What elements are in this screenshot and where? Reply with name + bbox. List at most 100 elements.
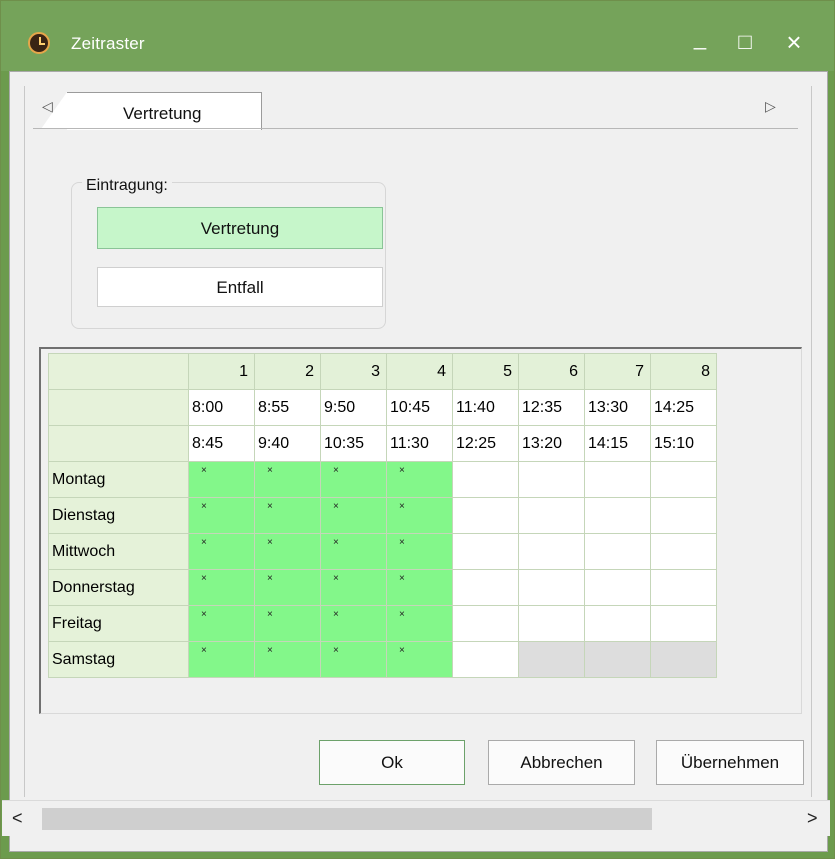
x-mark: ×: [201, 465, 207, 476]
tab-divider: [33, 128, 798, 129]
timetable-cell-disabled: [584, 641, 651, 678]
period-header[interactable]: 7: [584, 353, 651, 390]
start-time: 12:35: [518, 389, 585, 426]
corner-cell: [48, 353, 189, 390]
apply-button[interactable]: Übernehmen: [656, 740, 804, 785]
timetable-cell[interactable]: [584, 569, 651, 606]
timetable-cell[interactable]: ×: [320, 461, 387, 498]
timetable-cell[interactable]: [452, 497, 519, 534]
end-time: 15:10: [650, 425, 717, 462]
timetable-cell[interactable]: ×: [386, 533, 453, 570]
x-mark: ×: [333, 573, 339, 584]
end-time: 13:20: [518, 425, 585, 462]
scroll-left-icon[interactable]: <: [12, 808, 28, 828]
close-button[interactable]: ×: [775, 27, 813, 57]
start-time: 8:00: [188, 389, 255, 426]
timetable-cell[interactable]: ×: [254, 605, 321, 642]
clock-icon: [28, 32, 50, 54]
timetable-cell[interactable]: ×: [188, 641, 255, 678]
x-mark: ×: [399, 645, 405, 656]
start-time: 9:50: [320, 389, 387, 426]
timetable-cell[interactable]: ×: [386, 461, 453, 498]
timetable-cell[interactable]: ×: [188, 533, 255, 570]
timetable-cell[interactable]: [518, 497, 585, 534]
timetable-cell[interactable]: [584, 605, 651, 642]
period-header[interactable]: 8: [650, 353, 717, 390]
timetable-cell[interactable]: ×: [320, 641, 387, 678]
timetable-cell[interactable]: [518, 461, 585, 498]
timetable-cell[interactable]: ×: [320, 605, 387, 642]
period-header[interactable]: 1: [188, 353, 255, 390]
horizontal-scrollbar[interactable]: < >: [2, 800, 830, 836]
timetable-cell[interactable]: ×: [188, 461, 255, 498]
timetable-cell[interactable]: [452, 461, 519, 498]
period-header[interactable]: 3: [320, 353, 387, 390]
timetable-cell[interactable]: ×: [188, 605, 255, 642]
timetable-cell[interactable]: [584, 461, 651, 498]
timetable-cell[interactable]: ×: [320, 569, 387, 606]
timetable-cell[interactable]: ×: [386, 569, 453, 606]
day-label: Samstag: [48, 641, 189, 678]
title-bar[interactable]: Zeitraster _ □ ×: [1, 1, 834, 71]
timetable-cell[interactable]: [518, 605, 585, 642]
entfall-button[interactable]: Entfall: [97, 267, 383, 307]
timetable-cell[interactable]: [650, 569, 717, 606]
end-time: 8:45: [188, 425, 255, 462]
vertretung-button[interactable]: Vertretung: [97, 207, 383, 249]
day-row-montag: Montag × × × ×: [48, 461, 717, 498]
timetable-cell[interactable]: [518, 569, 585, 606]
timetable-cell[interactable]: ×: [320, 533, 387, 570]
timetable-cell[interactable]: ×: [254, 461, 321, 498]
timetable-cell[interactable]: [650, 533, 717, 570]
x-mark: ×: [201, 573, 207, 584]
day-label: Freitag: [48, 605, 189, 642]
timetable-cell[interactable]: [452, 641, 519, 678]
timetable-cell[interactable]: ×: [188, 497, 255, 534]
timetable-cell[interactable]: [650, 605, 717, 642]
x-mark: ×: [399, 537, 405, 548]
ok-button[interactable]: Ok: [319, 740, 465, 785]
x-mark: ×: [333, 537, 339, 548]
day-label: Mittwoch: [48, 533, 189, 570]
timetable-cell[interactable]: ×: [320, 497, 387, 534]
day-row-mittwoch: Mittwoch × × × ×: [48, 533, 717, 570]
timetable-cell[interactable]: ×: [188, 569, 255, 606]
timetable-cell[interactable]: [584, 497, 651, 534]
end-time: 11:30: [386, 425, 453, 462]
maximize-button[interactable]: □: [726, 27, 764, 57]
x-mark: ×: [267, 501, 273, 512]
period-header[interactable]: 5: [452, 353, 519, 390]
scroll-right-icon[interactable]: >: [807, 808, 823, 828]
x-mark: ×: [267, 465, 273, 476]
period-header[interactable]: 6: [518, 353, 585, 390]
timetable-cell[interactable]: [452, 533, 519, 570]
start-time: 8:55: [254, 389, 321, 426]
start-time: 13:30: [584, 389, 651, 426]
timetable-cell[interactable]: [650, 461, 717, 498]
timetable-grid: 1 2 3 4 5 6 7 8 8:00 8:55 9:50 10:45 11:…: [39, 347, 802, 714]
window: Zeitraster _ □ × ◁ Vertretung ▷ Eintragu…: [0, 0, 835, 859]
cancel-button[interactable]: Abbrechen: [488, 740, 635, 785]
timetable-cell[interactable]: ×: [254, 641, 321, 678]
scrollbar-thumb[interactable]: [42, 808, 652, 830]
timetable-cell[interactable]: ×: [254, 533, 321, 570]
timetable-cell[interactable]: ×: [386, 497, 453, 534]
timetable-cell[interactable]: [518, 533, 585, 570]
timetable-cell[interactable]: ×: [386, 605, 453, 642]
period-header[interactable]: 2: [254, 353, 321, 390]
day-label: Dienstag: [48, 497, 189, 534]
timetable-cell[interactable]: [584, 533, 651, 570]
timetable-cell[interactable]: [452, 569, 519, 606]
x-mark: ×: [201, 501, 207, 512]
timetable-cell[interactable]: ×: [254, 497, 321, 534]
timetable-table: 1 2 3 4 5 6 7 8 8:00 8:55 9:50 10:45 11:…: [48, 353, 717, 678]
timetable-cell[interactable]: ×: [254, 569, 321, 606]
tab-scroll-right-icon[interactable]: ▷: [765, 98, 785, 118]
timetable-cell[interactable]: ×: [386, 641, 453, 678]
period-header[interactable]: 4: [386, 353, 453, 390]
timetable-cell[interactable]: [452, 605, 519, 642]
timetable-cell-disabled: [518, 641, 585, 678]
tab-vertretung[interactable]: Vertretung: [41, 92, 262, 130]
timetable-cell[interactable]: [650, 497, 717, 534]
minimize-button[interactable]: _: [681, 23, 719, 53]
